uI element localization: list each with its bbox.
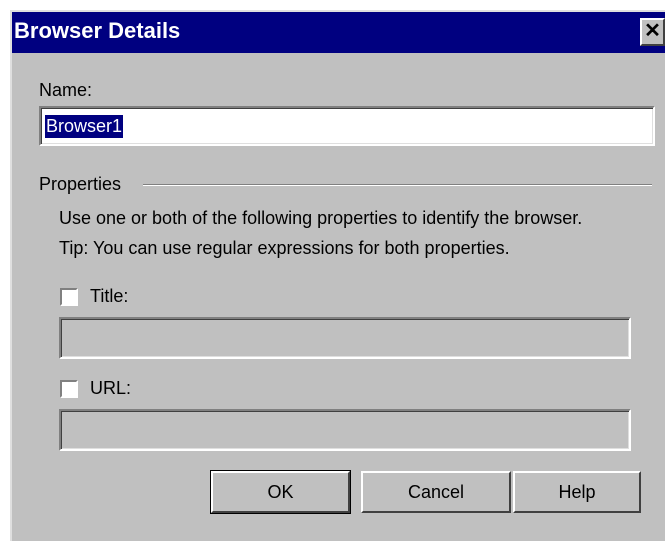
name-label: Name: [39,80,93,100]
ok-button[interactable]: OK [210,470,351,514]
title-bar: Browser Details ✕ [12,12,665,53]
title-field[interactable] [59,317,631,359]
url-checkbox[interactable] [60,380,78,398]
close-button[interactable]: ✕ [640,18,665,46]
name-input[interactable]: Browser1 [39,106,655,146]
cancel-button[interactable]: Cancel [361,471,511,513]
close-icon: ✕ [644,20,661,42]
title-label: Title: [90,286,129,306]
help-button[interactable]: Help [513,471,641,513]
name-input-value: Browser1 [45,115,124,138]
title-checkbox[interactable] [60,288,78,306]
window-title: Browser Details [14,18,181,43]
properties-divider [143,184,652,186]
properties-description: Use one or both of the following propert… [59,208,583,228]
properties-tip: Tip: You can use regular expressions for… [59,238,510,258]
browser-details-dialog: Browser Details ✕ Name: Browser1 Propert… [10,10,665,541]
properties-group-label: Properties [39,174,122,194]
url-field[interactable] [59,409,631,451]
url-label: URL: [90,378,132,398]
